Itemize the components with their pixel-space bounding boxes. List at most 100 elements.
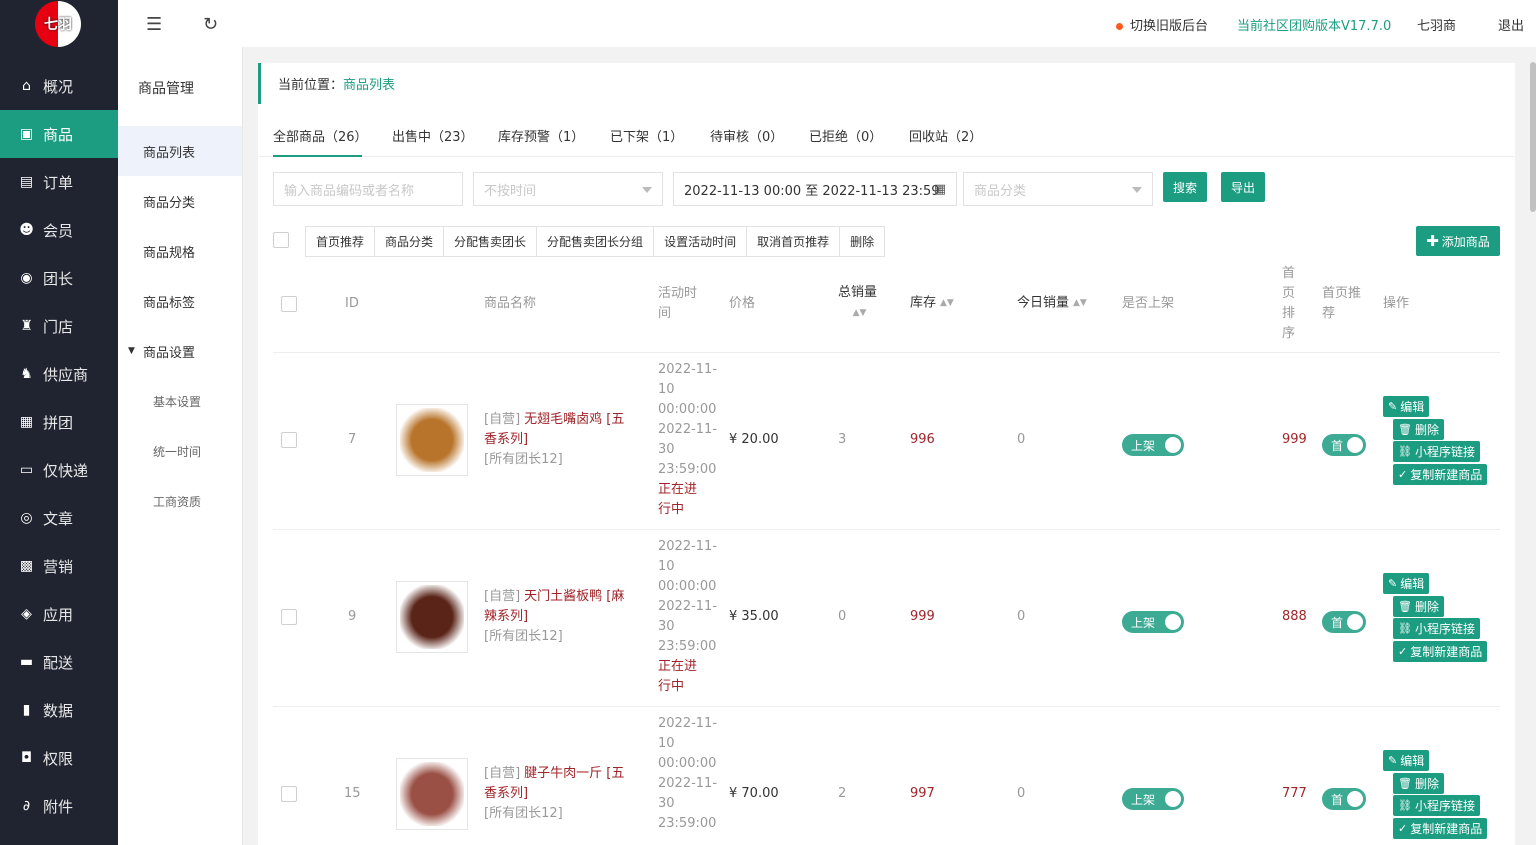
nav-item-15[interactable]: ∂ 附件 <box>0 782 118 830</box>
tab-off-shelf[interactable]: 已下架（1） <box>610 126 683 145</box>
check-icon: ✓ <box>1398 644 1408 658</box>
submenu-item-unified-time[interactable]: 统一时间 <box>118 426 242 476</box>
home-recommend-toggle[interactable]: 首 <box>1322 611 1366 633</box>
add-product-button[interactable]: ✚ 添加商品 <box>1416 226 1500 256</box>
on-shelf-toggle[interactable]: 上架 <box>1122 434 1184 456</box>
nav-item-6[interactable]: ♞ 供应商 <box>0 350 118 398</box>
submenu-item-product-list[interactable]: 商品列表 <box>118 126 242 176</box>
tab-pending-review[interactable]: 待审核（0） <box>710 126 783 145</box>
nav-item-5[interactable]: ♜ 门店 <box>0 302 118 350</box>
product-group: [所有团长12] <box>484 629 563 644</box>
pencil-icon: ✎ <box>1388 577 1398 590</box>
tab-stock-warning[interactable]: 库存预警（1） <box>498 126 584 145</box>
product-name[interactable]: [自营] 天门土酱板鸭 [麻 辣系列] [所有团长12] <box>484 587 634 647</box>
row-checkbox[interactable] <box>281 609 297 625</box>
nav-item-0[interactable]: ⌂ 概况 <box>0 62 118 110</box>
refresh-icon[interactable]: ↻ <box>203 14 218 35</box>
nav-item-12[interactable]: ▬ 配送 <box>0 638 118 686</box>
scrollbar-thumb[interactable] <box>1530 62 1536 212</box>
nav-item-8[interactable]: ▭ 仅快递 <box>0 446 118 494</box>
submenu-item-business-license[interactable]: 工商资质 <box>118 476 242 526</box>
submenu-item-product-settings[interactable]: ▼ 商品设置 <box>118 326 242 376</box>
time-filter-select[interactable]: 不按时间 <box>473 172 663 206</box>
row-checkbox[interactable] <box>281 786 297 802</box>
product-image[interactable] <box>396 758 468 830</box>
today-sales: 0 <box>1017 609 1026 624</box>
date-range-input[interactable]: 2022-11-13 00:00 至 2022-11-13 23:59 ▦ <box>673 172 957 206</box>
batch-cancel-recommend-button[interactable]: 取消首页推荐 <box>747 227 841 256</box>
mini-program-link-button[interactable]: ⛓ 小程序链接 <box>1393 441 1480 462</box>
user-name[interactable]: 七羽商 <box>1417 15 1456 34</box>
home-recommend-toggle[interactable]: 首 <box>1322 434 1366 456</box>
product-image[interactable] <box>396 581 468 653</box>
search-button[interactable]: 搜索 <box>1163 172 1207 202</box>
delete-button[interactable]: 🗑 删除 <box>1393 772 1444 794</box>
export-button[interactable]: 导出 <box>1221 172 1265 202</box>
tab-rejected[interactable]: 已拒绝（0） <box>809 126 882 145</box>
submenu-item-product-category[interactable]: 商品分类 <box>118 176 242 226</box>
product-image[interactable] <box>396 404 468 476</box>
nav-item-10[interactable]: ▩ 营销 <box>0 542 118 590</box>
product-name[interactable]: [自营] 腱子牛肉一斤 [五 香系列] [所有团长12] <box>484 764 634 824</box>
col-stock[interactable]: 库存 ▲▼ <box>910 293 954 314</box>
batch-delete-button[interactable]: 删除 <box>840 227 884 256</box>
category-filter-select[interactable]: 商品分类 <box>963 172 1153 206</box>
nav-item-7[interactable]: ▦ 拼团 <box>0 398 118 446</box>
product-name[interactable]: [自营] 无翅毛嘴卤鸡 [五 香系列] [所有团长12] <box>484 410 634 470</box>
select-all-checkbox[interactable] <box>273 232 289 248</box>
batch-category-button[interactable]: 商品分类 <box>375 227 445 256</box>
collapse-menu-icon[interactable]: ☰ <box>146 14 162 35</box>
nav-item-2[interactable]: ▤ 订单 <box>0 158 118 206</box>
breadcrumb-current[interactable]: 商品列表 <box>343 74 395 93</box>
sort-icon[interactable]: ▲▼ <box>853 303 867 323</box>
copy-new-product-button[interactable]: ✓ 复制新建商品 <box>1393 817 1488 839</box>
tab-on-sale[interactable]: 出售中（23） <box>392 126 474 145</box>
batch-set-time-button[interactable]: 设置活动时间 <box>654 227 748 256</box>
brand-logo[interactable]: 七羽 <box>35 1 81 47</box>
submenu-item-basic-settings[interactable]: 基本设置 <box>118 376 242 426</box>
tab-recycle-bin[interactable]: 回收站（2） <box>909 126 982 145</box>
page-scrollbar[interactable] <box>1530 47 1536 845</box>
row-id: 7 <box>348 432 357 447</box>
mini-program-link-button[interactable]: ⛓ 小程序链接 <box>1393 795 1480 816</box>
link-icon: ⛓ <box>1398 799 1412 812</box>
header-checkbox[interactable] <box>281 296 297 312</box>
nav-item-13[interactable]: ▮ 数据 <box>0 686 118 734</box>
mini-program-link-button[interactable]: ⛓ 小程序链接 <box>1393 618 1480 639</box>
on-shelf-toggle[interactable]: 上架 <box>1122 611 1184 633</box>
submenu-item-product-spec[interactable]: 商品规格 <box>118 226 242 276</box>
sort-icon[interactable]: ▲▼ <box>1073 293 1087 313</box>
delete-button[interactable]: 🗑 删除 <box>1393 595 1444 617</box>
submenu-item-product-tag[interactable]: 商品标签 <box>118 276 242 326</box>
toggle-label: 首 <box>1331 792 1344 807</box>
batch-assign-leader-group-button[interactable]: 分配售卖团长分组 <box>537 227 655 256</box>
batch-home-recommend-button[interactable]: 首页推荐 <box>306 227 376 256</box>
nav-item-1[interactable]: ▣ 商品 <box>0 110 118 158</box>
search-input[interactable]: 输入商品编码或者名称 <box>273 172 463 206</box>
copy-new-product-button[interactable]: ✓ 复制新建商品 <box>1393 640 1488 662</box>
delete-button[interactable]: 🗑 删除 <box>1393 418 1444 440</box>
row-checkbox[interactable] <box>281 432 297 448</box>
nav-item-3[interactable]: ☻ 会员 <box>0 206 118 254</box>
copy-new-product-button[interactable]: ✓ 复制新建商品 <box>1393 463 1488 485</box>
nav-item-11[interactable]: ◈ 应用 <box>0 590 118 638</box>
edit-button[interactable]: ✎ 编辑 <box>1383 396 1430 417</box>
activity-time: 2022-11- 10 00:00:00 2022-11- 30 23:59:00 <box>658 714 718 834</box>
logout-link[interactable]: 退出 <box>1498 15 1524 34</box>
edit-button[interactable]: ✎ 编辑 <box>1383 750 1430 771</box>
nav-item-14[interactable]: ◘ 权限 <box>0 734 118 782</box>
tab-all-products[interactable]: 全部商品（26） <box>273 126 368 145</box>
col-today-sales[interactable]: 今日销量 ▲▼ <box>1017 293 1087 314</box>
batch-assign-leader-button[interactable]: 分配售卖团长 <box>444 227 538 256</box>
sort-icon[interactable]: ▲▼ <box>940 293 954 313</box>
on-shelf-toggle[interactable]: 上架 <box>1122 788 1184 810</box>
nav-item-9[interactable]: ◎ 文章 <box>0 494 118 542</box>
version-label[interactable]: 当前社区团购版本V17.7.0 <box>1237 15 1391 34</box>
col-total-sales[interactable]: 总销量 ▲▼ <box>838 283 877 324</box>
toggle-knob <box>1165 791 1181 807</box>
nav-item-4[interactable]: ◉ 团长 <box>0 254 118 302</box>
home-recommend-toggle[interactable]: 首 <box>1322 788 1366 810</box>
switch-old-admin-link[interactable]: 切换旧版后台 <box>1116 15 1208 34</box>
col-home-sort: 首页排序 <box>1282 266 1296 341</box>
edit-button[interactable]: ✎ 编辑 <box>1383 573 1430 594</box>
